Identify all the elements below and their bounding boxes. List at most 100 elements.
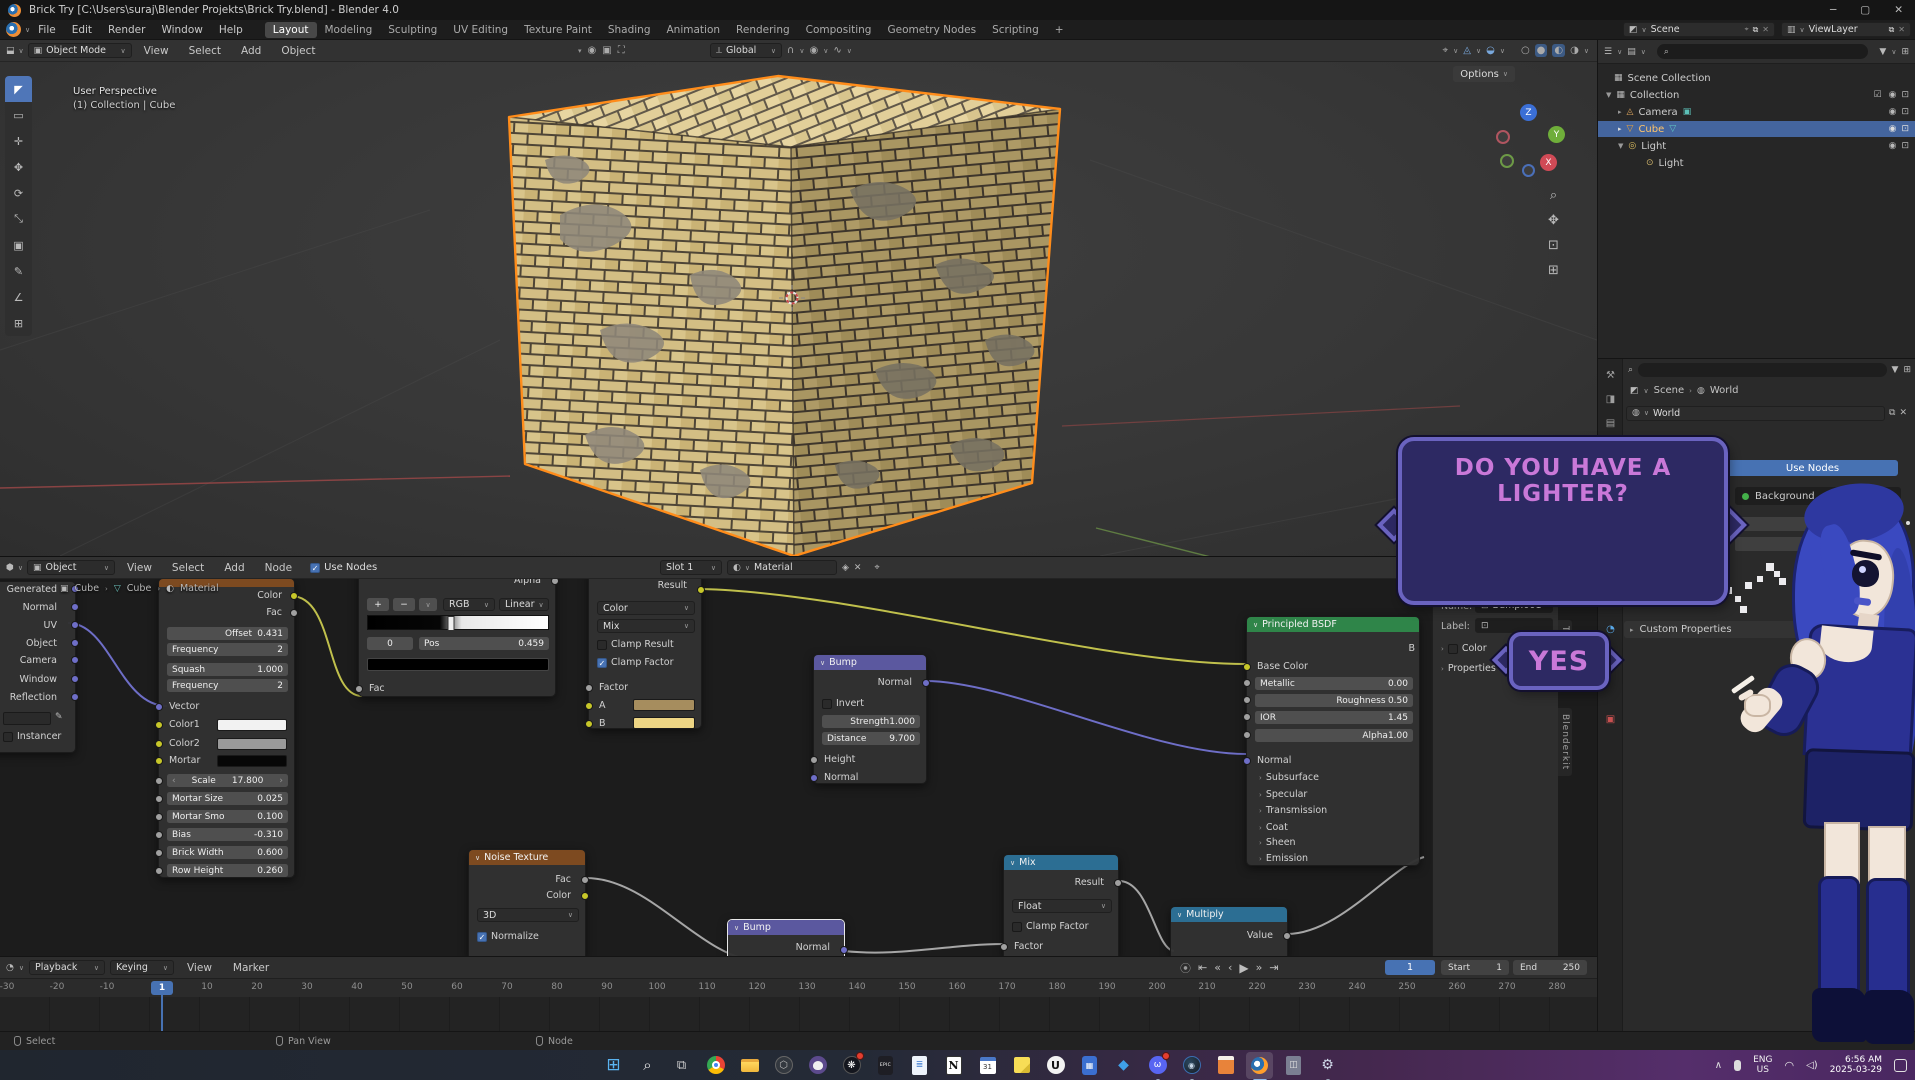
ramp-remove-button[interactable]: − [393,598,415,611]
ramp-index-field[interactable]: 0 [367,637,413,650]
navigation-gizmo[interactable]: Z Y X [1492,102,1572,182]
shading-material-icon[interactable]: ◐ [1552,44,1565,57]
rotate-tool[interactable]: ⟳ [5,180,32,206]
socket-factor-in[interactable] [585,684,593,692]
scale-field[interactable]: ‹Scale17.800› [167,774,288,787]
calculator-icon[interactable]: ▦ [1076,1052,1103,1079]
tray-language[interactable]: ENGUS [1753,1055,1772,1075]
outliner-row-scene-collection[interactable]: ▦ Scene Collection [1598,70,1915,86]
jump-start-button[interactable]: ⇤ [1198,961,1207,974]
shading-solid-icon[interactable]: ● [1535,44,1548,57]
notion-icon[interactable]: N [940,1052,967,1079]
camera-view-icon[interactable]: ⊡ [1548,238,1559,253]
ior-slider[interactable]: IOR1.45 [1255,711,1413,724]
unlink-datablock-icon[interactable]: ✕ [1899,408,1907,418]
outliner-row-camera[interactable]: ▸ ◬ Camera ▣ ◉ ⊡ [1598,104,1915,120]
tray-wifi-icon[interactable]: ◠ [1784,1059,1794,1072]
ramp-handle[interactable] [447,616,454,631]
node-brick-texture[interactable]: Color Fac Offset0.431 Frequency2 Squash1… [158,578,295,878]
socket-fac-out[interactable] [290,609,298,617]
outliner-row-collection[interactable]: ▼ ▦ Collection ☑ ◉ ⊡ [1598,87,1915,103]
socket-normal-out[interactable] [840,946,848,954]
timeline-ruler[interactable]: -30-20-10 102030 405060 708090 100110120… [0,979,1597,997]
scale-tool[interactable]: ⤡ [5,206,32,232]
shading-rendered-icon[interactable]: ◑ [1570,45,1579,56]
use-nodes-checkbox[interactable]: ✓ [310,563,320,573]
editor-type-icon[interactable]: ⬓ [6,46,15,56]
vscode-icon[interactable]: ◆ [1110,1052,1137,1079]
app-menu-icon[interactable] [6,22,21,37]
socket-color2-in[interactable] [155,740,163,748]
play-reverse-button[interactable]: ‹ [1228,961,1232,974]
start-button[interactable]: ⊞ [600,1052,627,1079]
timeline-menu-view[interactable]: View [179,962,220,974]
squash-field[interactable]: Squash1.000 [167,663,288,676]
github-desktop-icon[interactable] [804,1052,831,1079]
use-nodes-button[interactable]: Use Nodes [1727,460,1898,476]
socket-color1-in[interactable] [155,721,163,729]
socket-color-out[interactable] [581,892,589,900]
outliner-row-light[interactable]: ▼ ◎ Light ◉ ⊡ [1598,138,1915,154]
tray-volume-icon[interactable]: ◁) [1806,1060,1818,1071]
playback-dropdown[interactable]: Playback∨ [29,960,105,975]
epic-games-icon[interactable]: EPIC [872,1052,899,1079]
socket-mortar-in[interactable] [155,757,163,765]
socket-brick-width-in[interactable] [155,849,163,857]
outliner-options-icon[interactable]: ⊞ [1901,47,1909,57]
ramp-color-swatch[interactable] [367,658,549,671]
scene-selector[interactable]: ◩∨ Scene ⌖⧉✕ [1623,22,1775,37]
gizmo-z-neg[interactable] [1522,164,1535,177]
socket-uv[interactable] [71,621,79,629]
socket-normal-in[interactable] [810,774,818,782]
shader-type-dropdown[interactable]: ▣Object∨ [27,560,115,575]
row-height-field[interactable]: Row Height0.260 [167,864,288,877]
node-principled-bsdf[interactable]: ∨Principled BSDF B Base Color Metallic0.… [1246,616,1420,866]
proportional-icon[interactable]: ◉ [588,45,597,56]
copy-viewlayer-icon[interactable]: ⧉ [1889,25,1895,35]
calendar-icon[interactable]: 31 [974,1052,1001,1079]
unity-hub-icon[interactable]: ⬡ [770,1052,797,1079]
bump-header[interactable]: ∨Bump [814,655,926,670]
ramp-interpolation-dropdown[interactable]: Linear∨ [499,598,549,611]
node-mix-float[interactable]: ∨Mix Result Float∨ Clamp Factor Factor [1003,854,1119,956]
ramp-add-button[interactable]: + [367,598,389,611]
jump-end-button[interactable]: ⇥ [1269,961,1278,974]
socket-alpha-in[interactable] [1243,731,1251,739]
section-transmission[interactable]: Transmission [1266,805,1327,816]
render-visibility-icon[interactable]: ⊡ [1901,124,1909,134]
b-color-swatch[interactable] [633,717,695,729]
socket-normal-out[interactable] [922,679,930,687]
timeline[interactable]: ◔∨ Playback∨ Keying∨ View Marker ⦿ ⇤ « ‹… [0,956,1597,1031]
socket-base-color-in[interactable] [1243,663,1251,671]
material-slot-dropdown[interactable]: Slot 1∨ [660,560,722,575]
prev-keyframe-button[interactable]: « [1214,961,1221,974]
show-overlays-icon[interactable]: ◬ [1463,45,1471,56]
normalize-checkbox[interactable]: ✓ [477,932,487,942]
sticky-notes-icon[interactable] [1008,1052,1035,1079]
strength-slider[interactable]: Strength1.000 [822,715,920,728]
menu-help[interactable]: Help [211,24,251,36]
eyedropper-icon[interactable]: ✎ [55,712,63,722]
tray-mic-icon[interactable] [1734,1060,1741,1071]
zoom-icon[interactable]: ⌕ [1550,188,1557,203]
sidebar-color-section[interactable]: Color [1462,643,1487,654]
chrome-icon[interactable] [702,1052,729,1079]
pan-icon[interactable]: ✥ [1548,213,1559,228]
timeline-track-area[interactable] [0,997,1597,1031]
ramp-color-mode-dropdown[interactable]: RGB∨ [443,598,495,611]
hide-eye-icon[interactable]: ◉ [1889,124,1897,134]
noise-header[interactable]: ∨Noise Texture [469,850,585,865]
from-instancer-checkbox[interactable] [3,732,13,742]
editor-menu-select[interactable]: Select [164,562,212,574]
checkbox-icon[interactable]: ☑ [1874,90,1882,100]
ramp-gradient-bar[interactable] [367,615,549,630]
current-frame-field[interactable]: 1 [1385,960,1435,975]
tab-render[interactable]: ◨ [1602,391,1619,408]
breadcrumb-world[interactable]: World [1710,385,1739,396]
render-visibility-icon[interactable]: ⊡ [1901,90,1909,100]
color2-swatch[interactable] [217,738,287,750]
node-bump[interactable]: ∨Bump Normal Invert Strength1.000 Distan… [813,654,927,784]
section-coat[interactable]: Coat [1266,822,1288,833]
node-color-checkbox[interactable] [1448,644,1458,654]
props-pin-icon[interactable]: ⊞ [1903,365,1911,375]
